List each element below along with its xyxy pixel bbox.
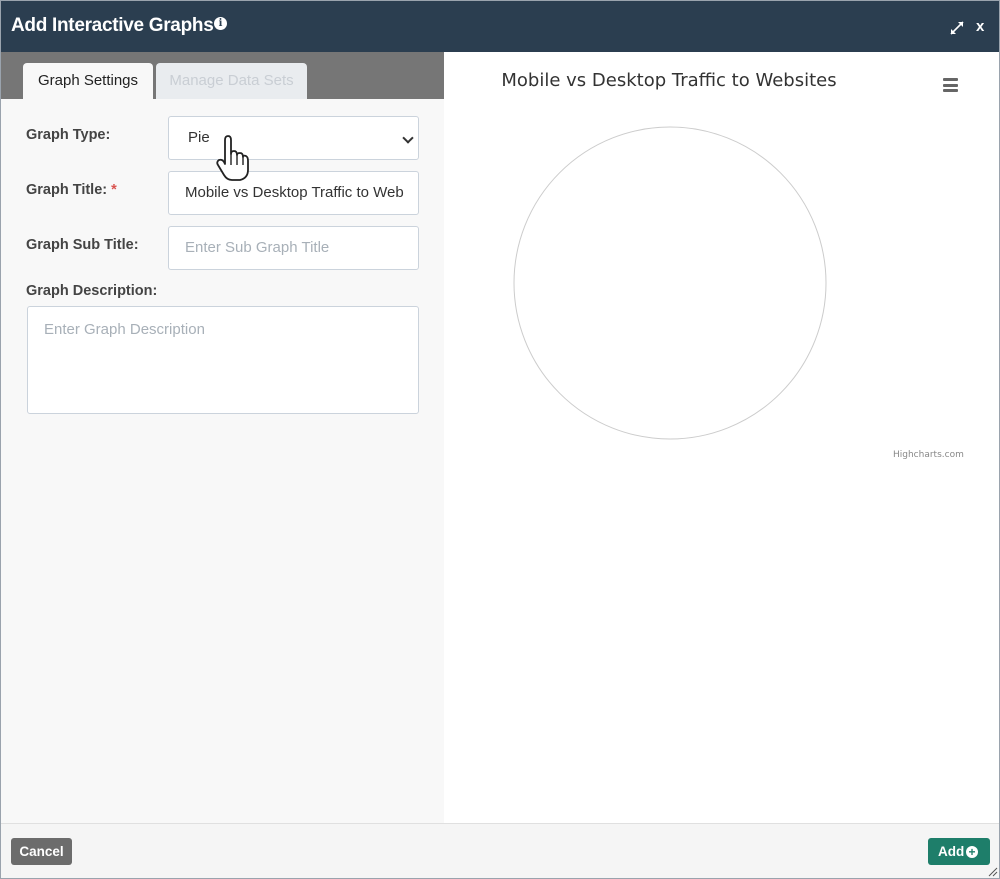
graph-type-label: Graph Type:: [26, 127, 111, 143]
dialog-titlebar: Add Interactive Graphs i x: [1, 1, 999, 52]
plus-circle-icon: +: [966, 846, 978, 858]
graph-type-value: Pie: [188, 129, 210, 146]
graph-title-label-text: Graph Title:: [26, 182, 108, 198]
graph-subtitle-placeholder: Enter Sub Graph Title: [185, 239, 330, 256]
pie-outline: [513, 126, 827, 440]
tab-graph-settings[interactable]: Graph Settings: [23, 63, 153, 99]
graph-title-value: Mobile vs Desktop Traffic to Web: [185, 184, 404, 201]
graph-description-placeholder: Enter Graph Description: [44, 321, 205, 338]
dialog-footer: Cancel Add +: [1, 823, 999, 878]
expand-icon[interactable]: [949, 20, 965, 36]
close-button[interactable]: x: [976, 18, 984, 35]
graph-subtitle-input[interactable]: Enter Sub Graph Title: [168, 226, 419, 270]
graph-preview-panel: Mobile vs Desktop Traffic to Websites Hi…: [444, 52, 999, 823]
graph-title-label: Graph Title: *: [26, 182, 117, 198]
add-button-label: Add: [938, 844, 965, 859]
graph-settings-panel: Graph Settings Manage Data Sets Graph Ty…: [1, 52, 444, 823]
add-button[interactable]: Add +: [928, 838, 990, 865]
info-icon[interactable]: i: [214, 17, 227, 30]
hand-cursor-icon: [216, 135, 249, 181]
graph-title-input[interactable]: Mobile vs Desktop Traffic to Web: [168, 171, 419, 215]
add-interactive-graphs-dialog: Add Interactive Graphs i x Graph Setting…: [0, 0, 1000, 879]
cancel-button[interactable]: Cancel: [11, 838, 72, 865]
required-mark: *: [111, 182, 117, 198]
resize-grip-icon[interactable]: [986, 865, 998, 877]
tab-bar: Graph Settings Manage Data Sets: [1, 52, 444, 99]
dialog-title: Add Interactive Graphs: [11, 15, 214, 36]
graph-type-select[interactable]: Pie: [168, 116, 419, 160]
highcharts-credits[interactable]: Highcharts.com: [893, 450, 964, 460]
tab-manage-data-sets[interactable]: Manage Data Sets: [156, 63, 307, 99]
chevron-down-icon: [402, 132, 414, 144]
pie-chart-plot: [513, 126, 827, 440]
graph-description-textarea[interactable]: Enter Graph Description: [27, 306, 419, 414]
graph-subtitle-label: Graph Sub Title:: [26, 237, 139, 253]
graph-description-label: Graph Description:: [26, 283, 158, 299]
